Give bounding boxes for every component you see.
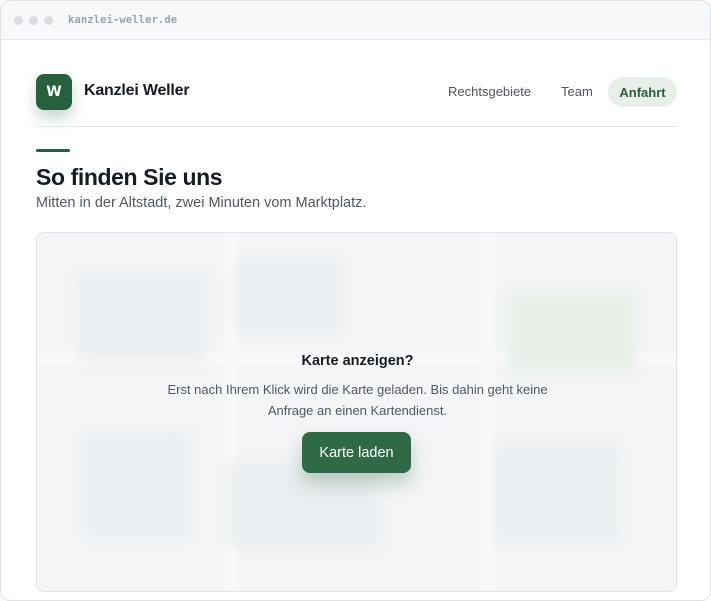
map-consent-text: Erst nach Ihrem Klick wird die Karte gel… <box>167 382 548 418</box>
load-map-button[interactable]: Karte laden <box>302 432 411 473</box>
address-bar[interactable]: kanzlei-weller.de <box>68 14 177 26</box>
logo[interactable]: W <box>36 74 72 110</box>
header-divider <box>36 126 677 127</box>
map-block <box>79 273 207 361</box>
map-block <box>85 433 189 537</box>
window-dot-icon <box>29 16 38 25</box>
nav-link-anfahrt[interactable]: Anfahrt <box>608 77 677 107</box>
browser-window: kanzlei-weller.de W Kanzlei Weller Recht… <box>0 0 711 601</box>
map-block <box>497 443 617 543</box>
section-accent-bar <box>36 149 70 152</box>
map-block <box>235 261 343 331</box>
nav-link-team[interactable]: Team <box>561 84 593 99</box>
map-block <box>229 463 379 547</box>
browser-chrome: kanzlei-weller.de <box>1 1 710 40</box>
map-placeholder: Karte anzeigen? Erst nach Ihrem Klick wi… <box>36 232 677 592</box>
page-subtitle: Mitten in der Altstadt, zwei Minuten vom… <box>36 195 367 211</box>
window-dot-icon <box>44 16 53 25</box>
window-dot-icon <box>14 16 23 25</box>
nav-link-rechtsgebiete[interactable]: Rechtsgebiete <box>448 84 531 99</box>
map-consent-title: Karte anzeigen? <box>301 353 414 369</box>
page-title: So finden Sie uns <box>36 164 223 190</box>
brand-name[interactable]: Kanzlei Weller <box>84 82 190 100</box>
